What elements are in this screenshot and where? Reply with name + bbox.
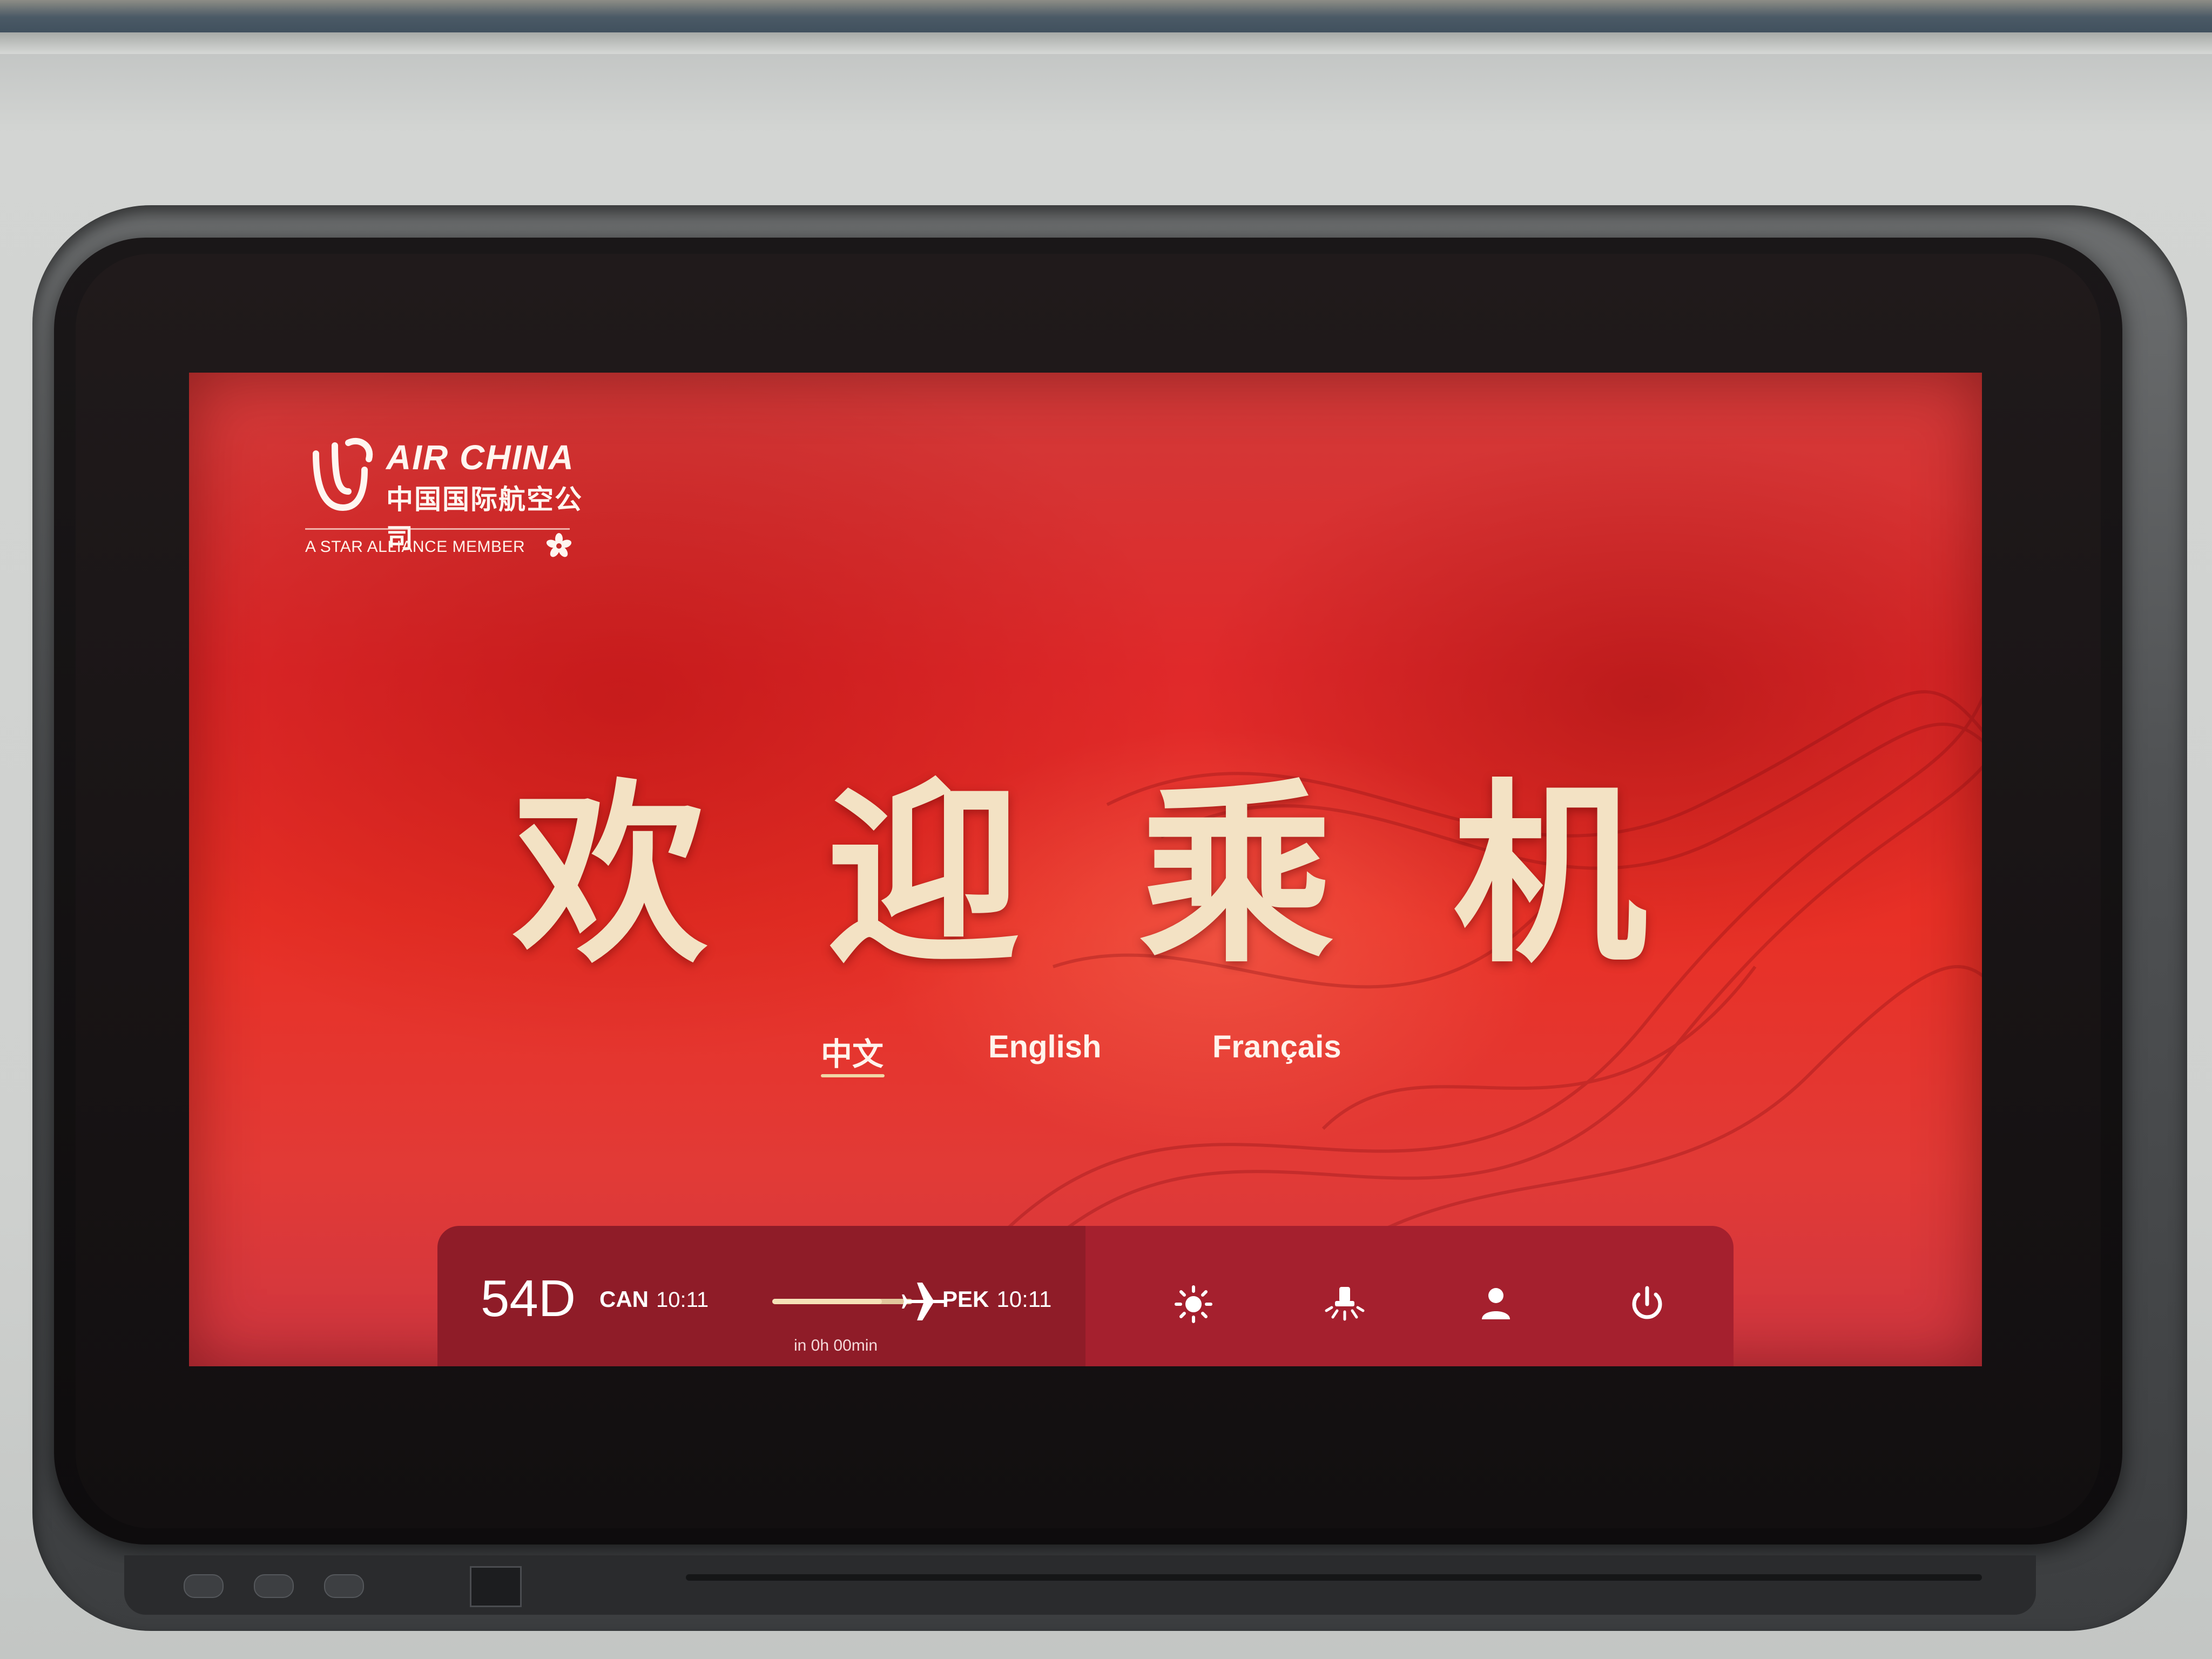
language-option-french[interactable]: Français bbox=[1212, 1029, 1341, 1065]
logo-title: AIR CHINA bbox=[386, 438, 575, 477]
route-origin: CAN 10:11 bbox=[599, 1286, 709, 1312]
origin-time: 10:11 bbox=[656, 1288, 709, 1312]
usb-port[interactable] bbox=[470, 1566, 522, 1607]
brightness-icon[interactable] bbox=[1166, 1277, 1220, 1331]
language-option-english[interactable]: English bbox=[988, 1029, 1101, 1065]
hardware-button[interactable] bbox=[324, 1574, 364, 1598]
hardware-button[interactable] bbox=[184, 1574, 224, 1598]
card-slot bbox=[686, 1574, 1982, 1581]
attendant-call-icon[interactable] bbox=[1469, 1277, 1523, 1331]
quick-controls-panel bbox=[1085, 1226, 1734, 1366]
route-destination: PEK 10:11 bbox=[942, 1286, 1051, 1312]
welcome-char: 迎 bbox=[826, 760, 1021, 989]
welcome-char: 乘 bbox=[1139, 760, 1334, 989]
flight-progress-fill bbox=[772, 1299, 882, 1304]
seat-number: 54D bbox=[481, 1270, 576, 1327]
welcome-char: 机 bbox=[1453, 760, 1647, 989]
hardware-button[interactable] bbox=[254, 1574, 294, 1598]
reading-light-icon[interactable] bbox=[1318, 1277, 1372, 1331]
destination-code: PEK bbox=[942, 1286, 989, 1312]
selected-language-indicator bbox=[821, 1074, 885, 1077]
seat-top-edge bbox=[0, 32, 2212, 54]
welcome-char: 欢 bbox=[513, 760, 707, 989]
language-selector: 中文 English Français bbox=[821, 1029, 1415, 1088]
welcome-heading: 欢 迎 乘 机 bbox=[513, 751, 1647, 999]
language-option-chinese[interactable]: 中文 bbox=[821, 1029, 884, 1074]
time-remaining: in 0h 00min bbox=[794, 1337, 878, 1354]
star-alliance-icon bbox=[546, 533, 572, 557]
flight-info-panel: 54D CAN 10:11 PEK 10:11 in 0h 00min bbox=[437, 1226, 1085, 1366]
logo-divider bbox=[305, 528, 570, 530]
flight-status-bar: 54D CAN 10:11 PEK 10:11 in 0h 00min bbox=[437, 1226, 1734, 1366]
ife-screen: AIR CHINA 中国国际航空公司 A STAR ALLIANCE MEMBE… bbox=[189, 373, 1982, 1366]
air-china-logo: AIR CHINA 中国国际航空公司 A STAR ALLIANCE MEMBE… bbox=[305, 432, 586, 572]
phoenix-logo-icon bbox=[313, 437, 373, 511]
star-alliance-label: A STAR ALLIANCE MEMBER bbox=[305, 538, 525, 556]
power-icon[interactable] bbox=[1620, 1277, 1674, 1331]
origin-code: CAN bbox=[599, 1286, 649, 1312]
flight-progress-bar bbox=[772, 1299, 913, 1304]
hardware-control-strip bbox=[124, 1555, 2036, 1615]
destination-time: 10:11 bbox=[996, 1286, 1052, 1312]
